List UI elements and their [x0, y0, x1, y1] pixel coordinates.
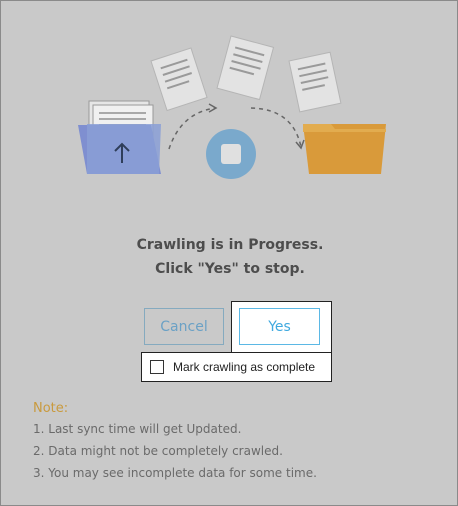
source-folder-icon: [78, 100, 161, 174]
paper-sheet-icon: [216, 35, 275, 101]
yes-button[interactable]: Yes: [239, 308, 320, 345]
note-item: 3. You may see incomplete data for some …: [33, 466, 317, 480]
note-item: 1. Last sync time will get Updated.: [33, 422, 242, 436]
crawl-illustration: [78, 35, 386, 179]
stop-icon: [206, 129, 256, 179]
paper-sheet-icon: [150, 47, 208, 112]
target-folder-icon: [303, 124, 386, 174]
dashed-arc-left: [168, 107, 216, 150]
status-message-line2: Click "Yes" to stop.: [155, 261, 305, 277]
mark-complete-checkbox[interactable]: [150, 360, 164, 374]
cancel-button[interactable]: Cancel: [144, 308, 224, 345]
notes-title: Note:: [33, 401, 69, 416]
status-message-line1: Crawling is in Progress.: [136, 237, 324, 253]
notes-section: Note: 1. Last sync time will get Updated…: [33, 401, 443, 488]
note-item: 2. Data might not be completely crawled.: [33, 444, 283, 458]
paper-sheet-icon: [288, 51, 342, 113]
mark-complete-option[interactable]: Mark crawling as complete: [141, 352, 332, 382]
status-message: Crawling is in Progress. Click "Yes" to …: [1, 233, 458, 281]
mark-complete-label: Mark crawling as complete: [173, 360, 316, 374]
dashed-arc-right: [250, 107, 302, 148]
crawl-stop-dialog: Crawling is in Progress. Click "Yes" to …: [0, 0, 458, 506]
